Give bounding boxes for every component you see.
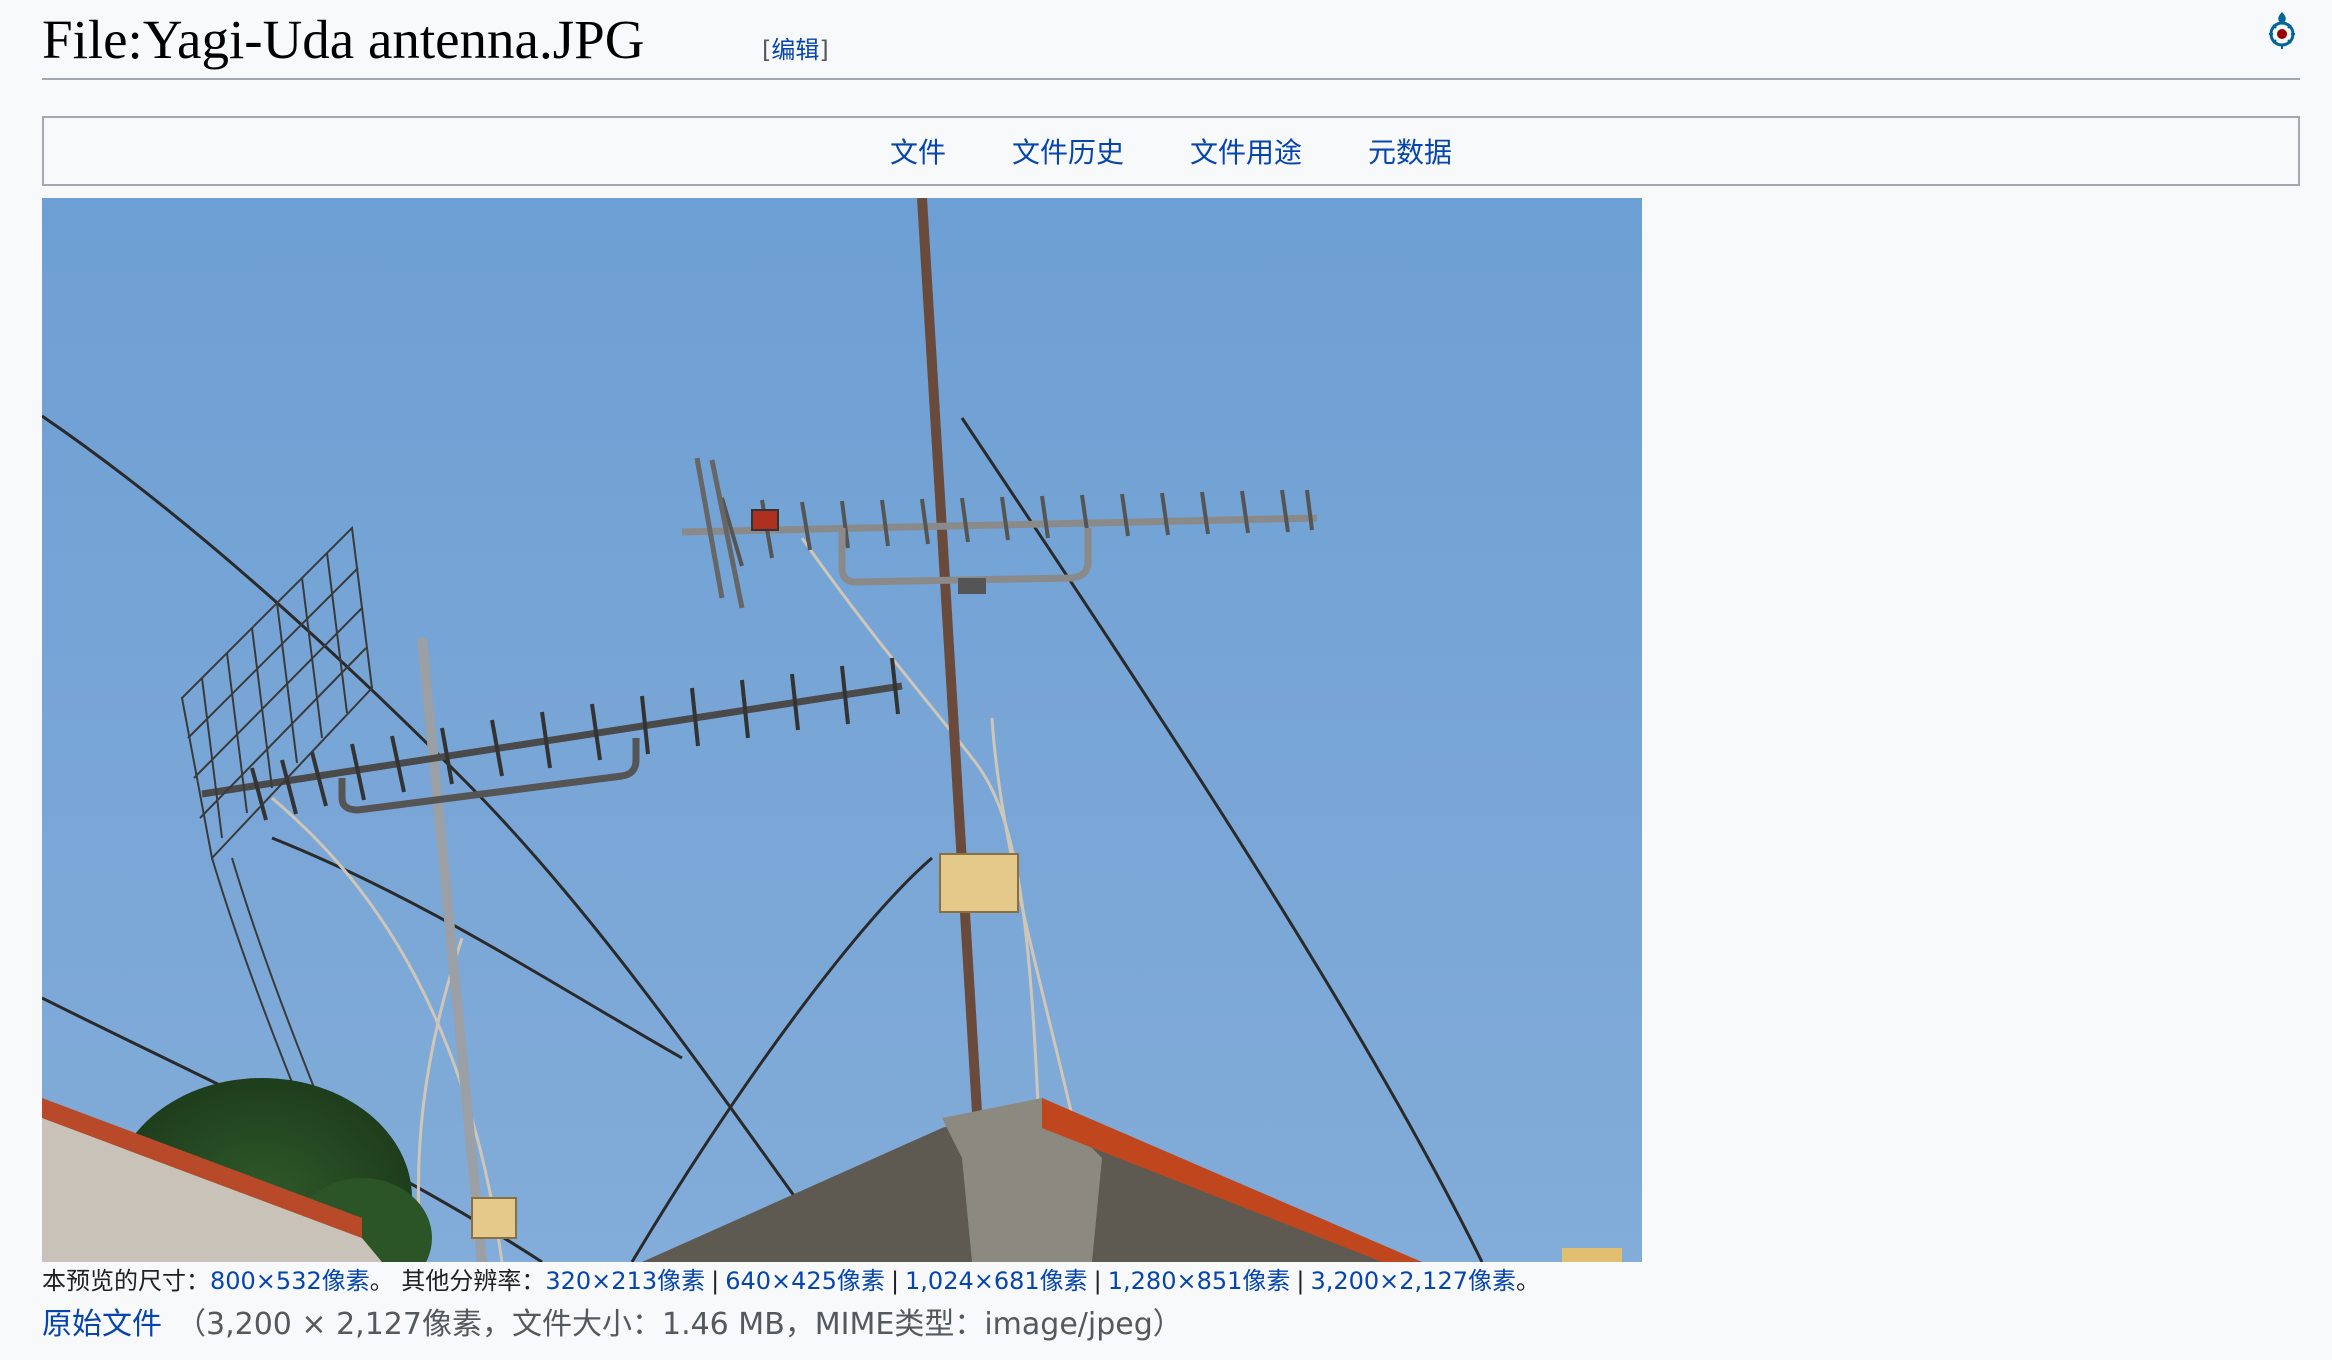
edit-section: [编辑] bbox=[762, 30, 829, 65]
file-image[interactable] bbox=[42, 198, 1642, 1262]
resolution-link-640[interactable]: 640×425像素 bbox=[725, 1267, 885, 1295]
file-tabs: 文件 文件历史 文件用途 元数据 bbox=[42, 116, 2300, 186]
preview-line: 本预览的尺寸：800×532像素。 其他分辨率：320×213像素 | 640×42… bbox=[42, 1264, 1540, 1298]
edit-bracket-open: [ bbox=[762, 36, 772, 64]
edit-link[interactable]: 编辑 bbox=[771, 36, 819, 64]
resolution-link-1024[interactable]: 1,024×681像素 bbox=[905, 1267, 1088, 1295]
original-file-link[interactable]: 原始文件 bbox=[42, 1307, 162, 1342]
file-info: （3,200 × 2,127像素，文件大小：1.46 MB，MIME类型：ima… bbox=[176, 1307, 1183, 1342]
tab-file-history[interactable]: 文件历史 bbox=[1012, 131, 1124, 171]
tab-file[interactable]: 文件 bbox=[890, 131, 946, 171]
resolution-link-3200[interactable]: 3,200×2,127像素 bbox=[1310, 1267, 1516, 1295]
heading-row: File:Yagi-Uda antenna.JPG [编辑] bbox=[42, 0, 2300, 80]
file-page: File:Yagi-Uda antenna.JPG [编辑] 文件 文件历史 文… bbox=[42, 0, 2300, 1342]
tab-file-usage[interactable]: 文件用途 bbox=[1190, 131, 1302, 171]
preview-suffix: 。 bbox=[1516, 1267, 1540, 1295]
original-file-line: 原始文件 （3,200 × 2,127像素，文件大小：1.46 MB，MIME类型… bbox=[42, 1304, 1183, 1346]
resolution-link-320[interactable]: 320×213像素 bbox=[545, 1267, 705, 1295]
page-title: File:Yagi-Uda antenna.JPG bbox=[42, 9, 645, 70]
preview-prefix: 本预览的尺寸： bbox=[42, 1267, 210, 1295]
preview-middle: 。 其他分辨率： bbox=[369, 1267, 546, 1295]
separator: | bbox=[1093, 1267, 1102, 1295]
separator: | bbox=[1296, 1267, 1305, 1295]
edit-bracket-close: ] bbox=[819, 36, 829, 64]
separator: | bbox=[890, 1267, 900, 1295]
wikimedia-commons-icon[interactable] bbox=[2264, 10, 2300, 50]
resolution-link-1280[interactable]: 1,280×851像素 bbox=[1108, 1267, 1291, 1295]
preview-size-link[interactable]: 800×532像素 bbox=[210, 1267, 370, 1295]
tab-metadata[interactable]: 元数据 bbox=[1368, 131, 1452, 171]
separator: | bbox=[711, 1267, 720, 1295]
antenna-photo bbox=[42, 198, 1642, 1262]
